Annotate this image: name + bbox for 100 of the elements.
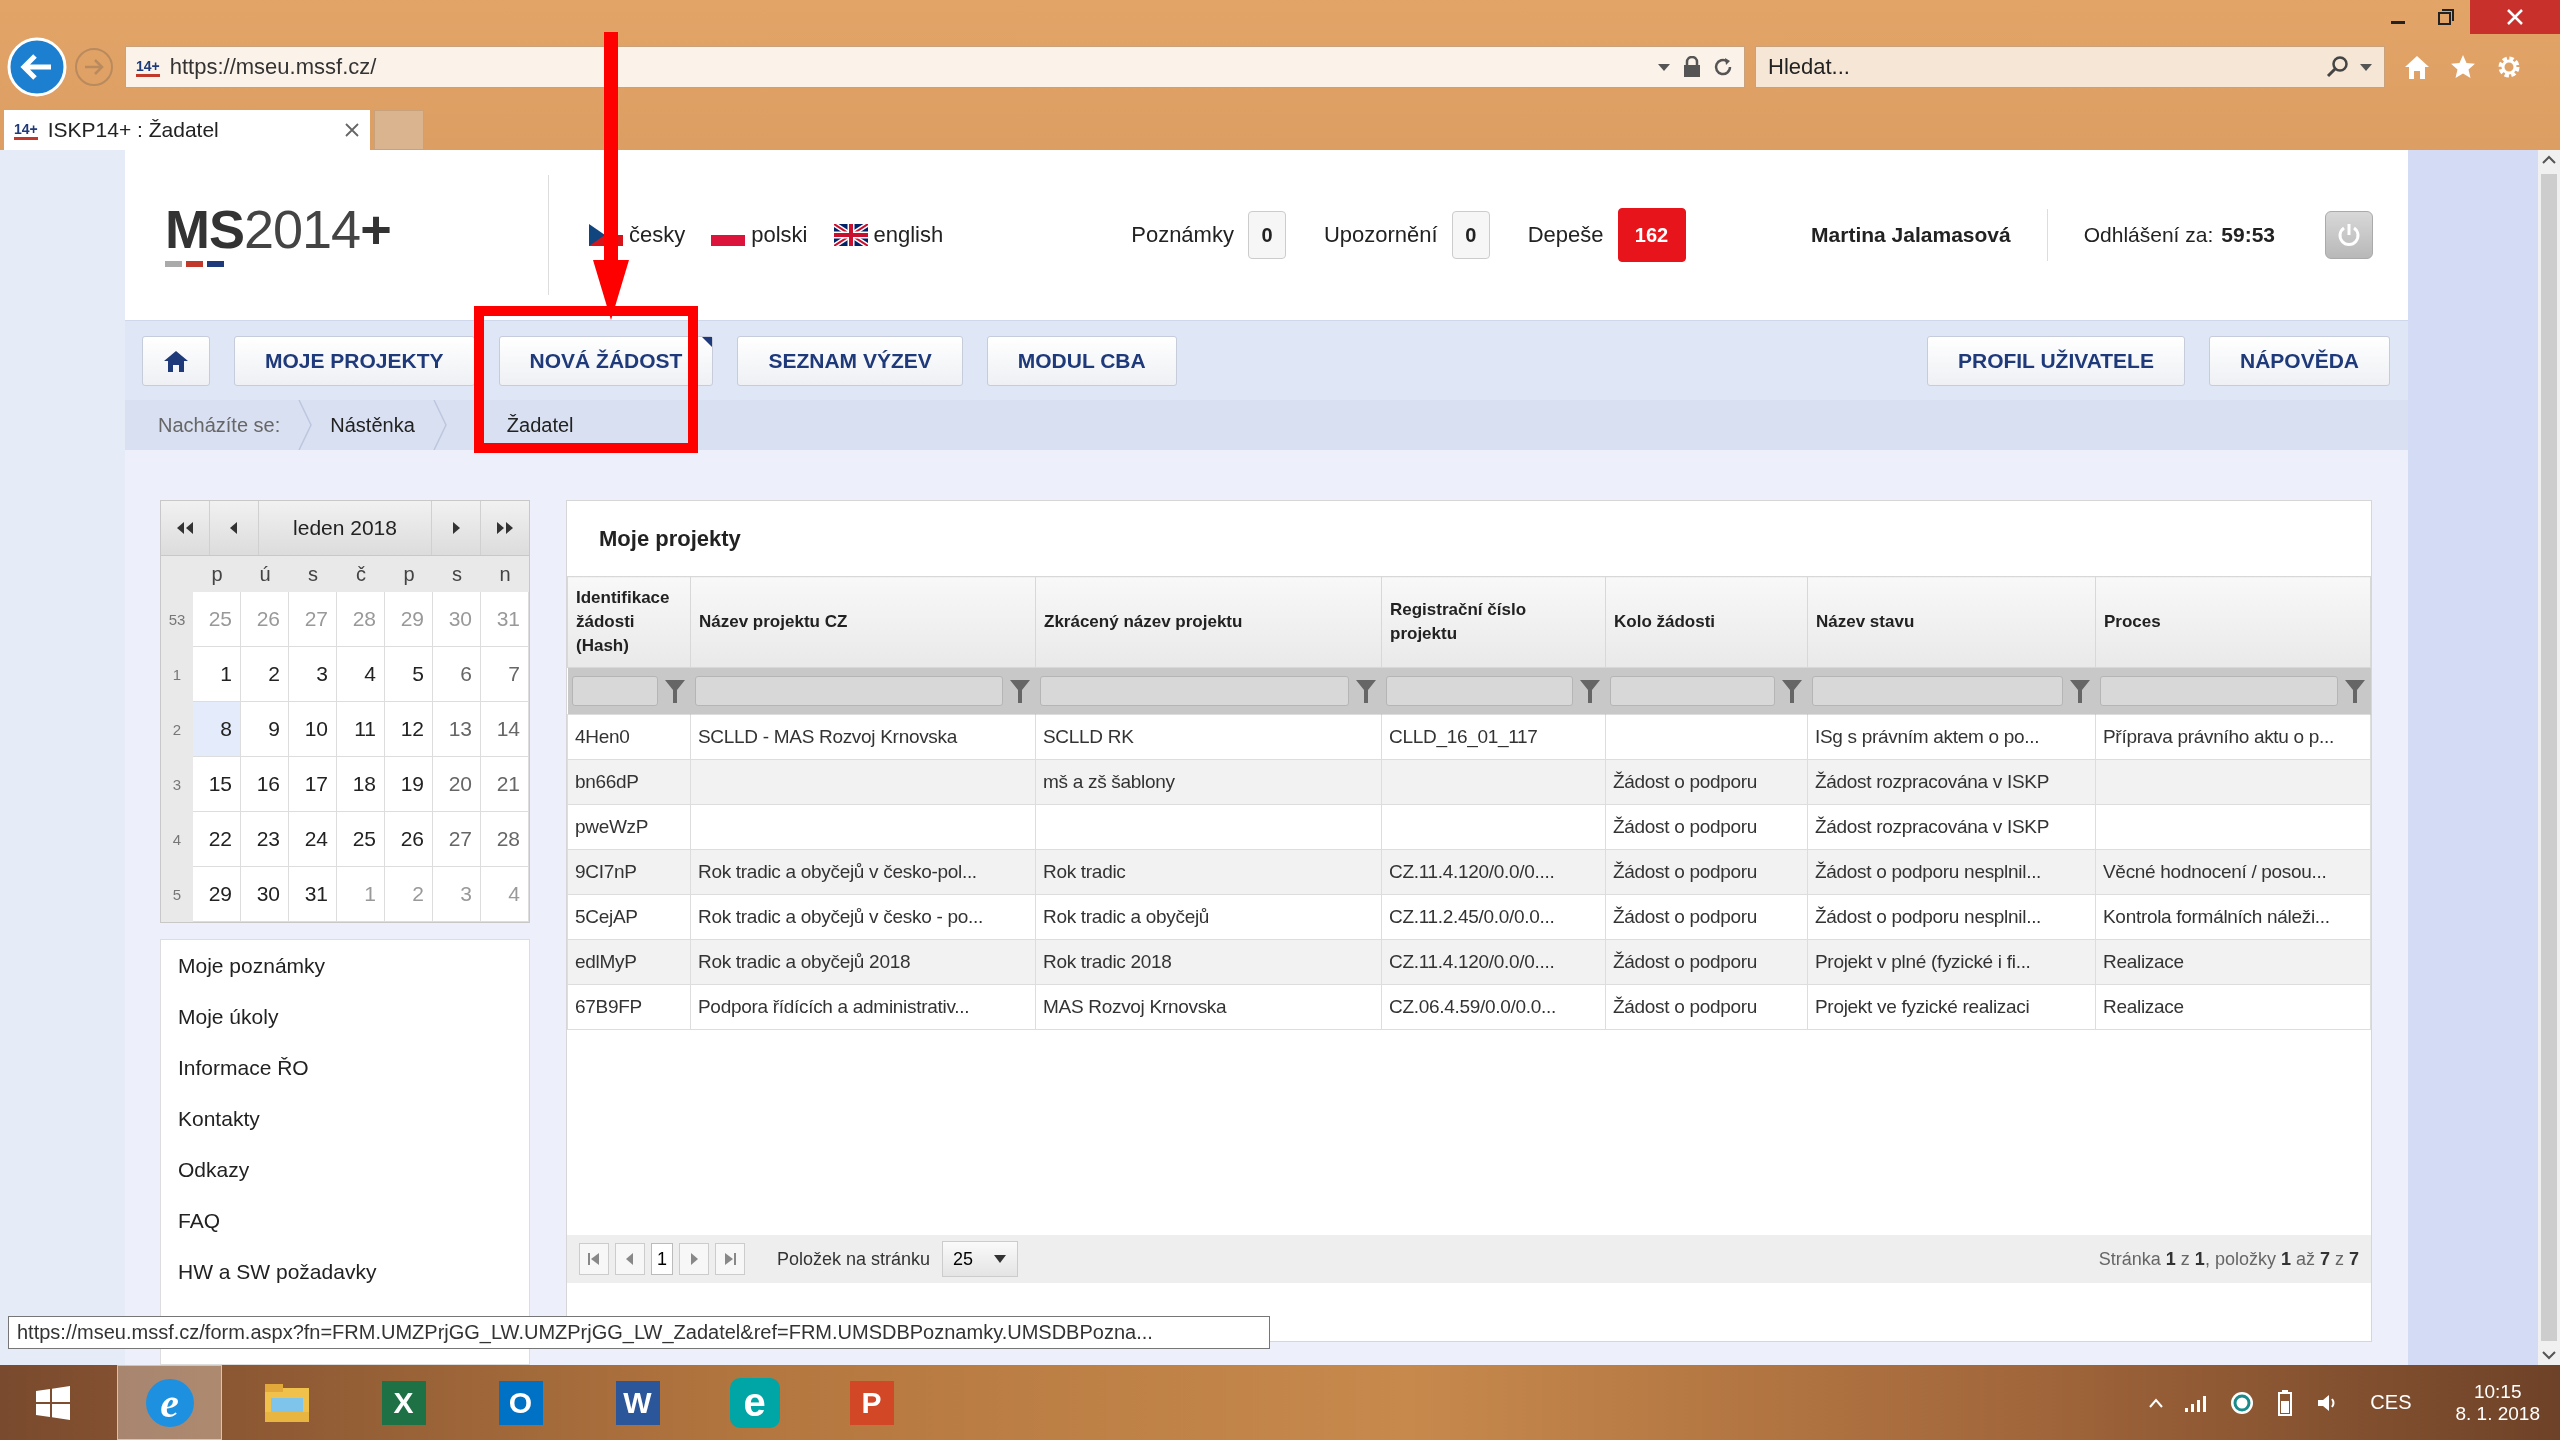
side-menu-item[interactable]: Moje poznámky <box>161 940 529 991</box>
nav-button[interactable]: NÁPOVĚDA <box>2208 335 2390 386</box>
next-page-button[interactable] <box>679 1243 709 1275</box>
calendar-day[interactable]: 30 <box>241 867 289 922</box>
counter-label[interactable]: Poznámky <box>1131 222 1234 248</box>
calendar-day[interactable]: 14 <box>481 702 529 757</box>
calendar-day[interactable]: 16 <box>241 757 289 812</box>
calendar-day[interactable]: 26 <box>385 812 433 867</box>
clock-time[interactable]: 10:15 <box>2473 1380 2522 1403</box>
nav-button[interactable]: SEZNAM VÝZEV <box>737 335 963 386</box>
calendar-day[interactable]: 23 <box>241 812 289 867</box>
calendar-day[interactable]: 19 <box>385 757 433 812</box>
refresh-icon[interactable] <box>1712 56 1734 78</box>
up-caret-icon[interactable] <box>2148 1396 2165 1409</box>
calendar-day[interactable]: 2 <box>241 647 289 702</box>
input-language[interactable]: CES <box>2370 1391 2412 1414</box>
column-header[interactable]: Registrační číslo projektu <box>1381 576 1606 668</box>
calendar-day[interactable]: 18 <box>337 757 385 812</box>
column-header[interactable]: Kolo žádosti <box>1605 576 1808 668</box>
filter-icon[interactable] <box>2344 678 2366 704</box>
previous-page-button[interactable] <box>615 1243 645 1275</box>
side-menu-item[interactable]: Odkazy <box>161 1144 529 1195</box>
filter-field[interactable] <box>1386 676 1573 706</box>
filter-icon[interactable] <box>1355 678 1377 704</box>
filter-field[interactable] <box>695 676 1003 706</box>
calendar-day[interactable]: 4 <box>337 647 385 702</box>
taskbar-app-button[interactable]: W <box>585 1365 690 1440</box>
flag-icon[interactable] <box>833 224 868 246</box>
filter-icon[interactable] <box>1009 678 1031 704</box>
first-page-button[interactable] <box>579 1243 609 1275</box>
language-link[interactable]: česky <box>629 222 686 248</box>
calendar-day[interactable]: 29 <box>193 867 241 922</box>
calendar-day[interactable]: 7 <box>481 647 529 702</box>
language-link[interactable]: polski <box>751 222 808 248</box>
column-header[interactable]: Proces <box>2095 576 2371 668</box>
counter-badge[interactable]: 0 <box>1451 211 1490 259</box>
side-menu-item[interactable]: Kontakty <box>161 1093 529 1144</box>
calendar-day[interactable]: 10 <box>289 702 337 757</box>
address-field[interactable]: 14+ https://mseu.mssf.cz/ <box>125 46 1745 88</box>
search-field[interactable]: Hledat... <box>1755 46 2385 88</box>
calendar-day[interactable]: 17 <box>289 757 337 812</box>
breadcrumb-link[interactable]: Nástěnka <box>330 413 415 437</box>
scrollbar-thumb[interactable] <box>2541 174 2557 1341</box>
restore-icon[interactable] <box>2436 7 2456 27</box>
taskbar-app-button[interactable]: O <box>468 1365 573 1440</box>
counter-badge[interactable]: 162 <box>1617 208 1686 262</box>
filter-icon[interactable] <box>1579 678 1601 704</box>
filter-icon[interactable] <box>1781 678 1803 704</box>
page-number-field[interactable]: 1 <box>651 1243 673 1275</box>
search-input[interactable]: Hledat... <box>1766 53 2318 81</box>
calendar-day[interactable]: 31 <box>289 867 337 922</box>
column-header[interactable]: Název projektu CZ <box>690 576 1036 668</box>
side-menu-item[interactable]: HW a SW požadavky <box>161 1246 529 1297</box>
browser-tab[interactable]: 14+ ISKP14+ : Žadatel <box>4 110 370 150</box>
counter-label[interactable]: Depeše <box>1527 222 1604 248</box>
calendar-day[interactable]: 20 <box>433 757 481 812</box>
nav-button[interactable]: PROFIL UŽIVATELE <box>1926 335 2185 386</box>
column-header[interactable]: Zkrácený název projektu <box>1035 576 1382 668</box>
nav-button[interactable]: NOVÁ ŽÁDOST <box>498 335 714 386</box>
filter-field[interactable] <box>2100 676 2338 706</box>
calendar-day[interactable]: 13 <box>433 702 481 757</box>
calendar-day[interactable]: 3 <box>289 647 337 702</box>
column-header[interactable]: Identifikace žádosti (Hash) <box>567 576 691 668</box>
shield-icon[interactable] <box>2230 1390 2255 1415</box>
back-button-icon[interactable] <box>7 37 67 97</box>
calendar-day[interactable]: 21 <box>481 757 529 812</box>
nav-button[interactable]: MOJE PROJEKTY <box>234 335 475 386</box>
filter-field[interactable] <box>1610 676 1775 706</box>
page-size-dropdown[interactable]: 25 <box>942 1241 1019 1277</box>
flag-icon[interactable] <box>589 224 623 246</box>
calendar-day[interactable]: 8 <box>193 702 241 757</box>
filter-field[interactable] <box>571 676 658 706</box>
calendar-day[interactable]: 9 <box>241 702 289 757</box>
filter-field[interactable] <box>1812 676 2063 706</box>
home-button[interactable] <box>142 335 210 386</box>
search-icon[interactable] <box>2326 55 2350 79</box>
calendar-day[interactable]: 24 <box>289 812 337 867</box>
calendar-day[interactable]: 27 <box>433 812 481 867</box>
taskbar-app-button[interactable]: P <box>819 1365 924 1440</box>
home-icon[interactable] <box>2403 53 2431 81</box>
side-menu-item[interactable]: Moje úkoly <box>161 991 529 1042</box>
calendar-day[interactable]: 28 <box>481 812 529 867</box>
counter-badge[interactable]: 0 <box>1247 211 1286 259</box>
filter-icon[interactable] <box>2069 678 2091 704</box>
logout-button[interactable] <box>2325 211 2373 259</box>
clock-date[interactable]: 8. 1. 2018 <box>2455 1402 2540 1425</box>
calendar-day[interactable]: 15 <box>193 757 241 812</box>
calendar-day[interactable]: 25 <box>337 812 385 867</box>
taskbar-app-button[interactable]: X <box>351 1365 456 1440</box>
nav-button[interactable]: MODUL CBA <box>986 335 1177 386</box>
close-icon[interactable] <box>344 122 360 138</box>
filter-icon[interactable] <box>664 678 686 704</box>
scrollbar[interactable] <box>2538 150 2560 1365</box>
close-button[interactable] <box>2470 0 2560 34</box>
side-menu-item[interactable]: FAQ <box>161 1195 529 1246</box>
calendar-day[interactable]: 6 <box>433 647 481 702</box>
calendar-day[interactable]: 12 <box>385 702 433 757</box>
breadcrumb-link[interactable]: Žadatel <box>506 413 574 437</box>
calendar-day[interactable]: 5 <box>385 647 433 702</box>
calendar-day[interactable]: 11 <box>337 702 385 757</box>
